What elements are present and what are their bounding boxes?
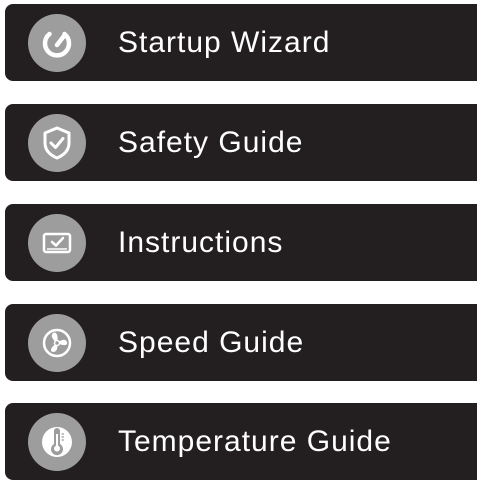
startup-wizard-label: Startup Wizard xyxy=(118,25,331,59)
speed-guide-label: Speed Guide xyxy=(118,325,305,359)
monitor-check-icon xyxy=(28,213,86,272)
temperature-guide-button[interactable]: Temperature Guide xyxy=(5,403,477,480)
shield-check-icon xyxy=(28,113,86,172)
speed-guide-button[interactable]: Speed Guide xyxy=(5,304,477,381)
safety-guide-button[interactable]: Safety Guide xyxy=(5,104,477,181)
instructions-label: Instructions xyxy=(118,225,284,259)
fan-icon xyxy=(28,313,86,372)
instructions-button[interactable]: Instructions xyxy=(5,204,477,281)
thermometer-icon xyxy=(28,412,86,471)
guide-menu: Startup Wizard Safety Guide Instructions xyxy=(0,0,477,480)
safety-guide-label: Safety Guide xyxy=(118,125,304,159)
startup-wizard-button[interactable]: Startup Wizard xyxy=(5,4,477,81)
power-gauge-icon xyxy=(28,13,86,72)
temperature-guide-label: Temperature Guide xyxy=(118,424,392,458)
